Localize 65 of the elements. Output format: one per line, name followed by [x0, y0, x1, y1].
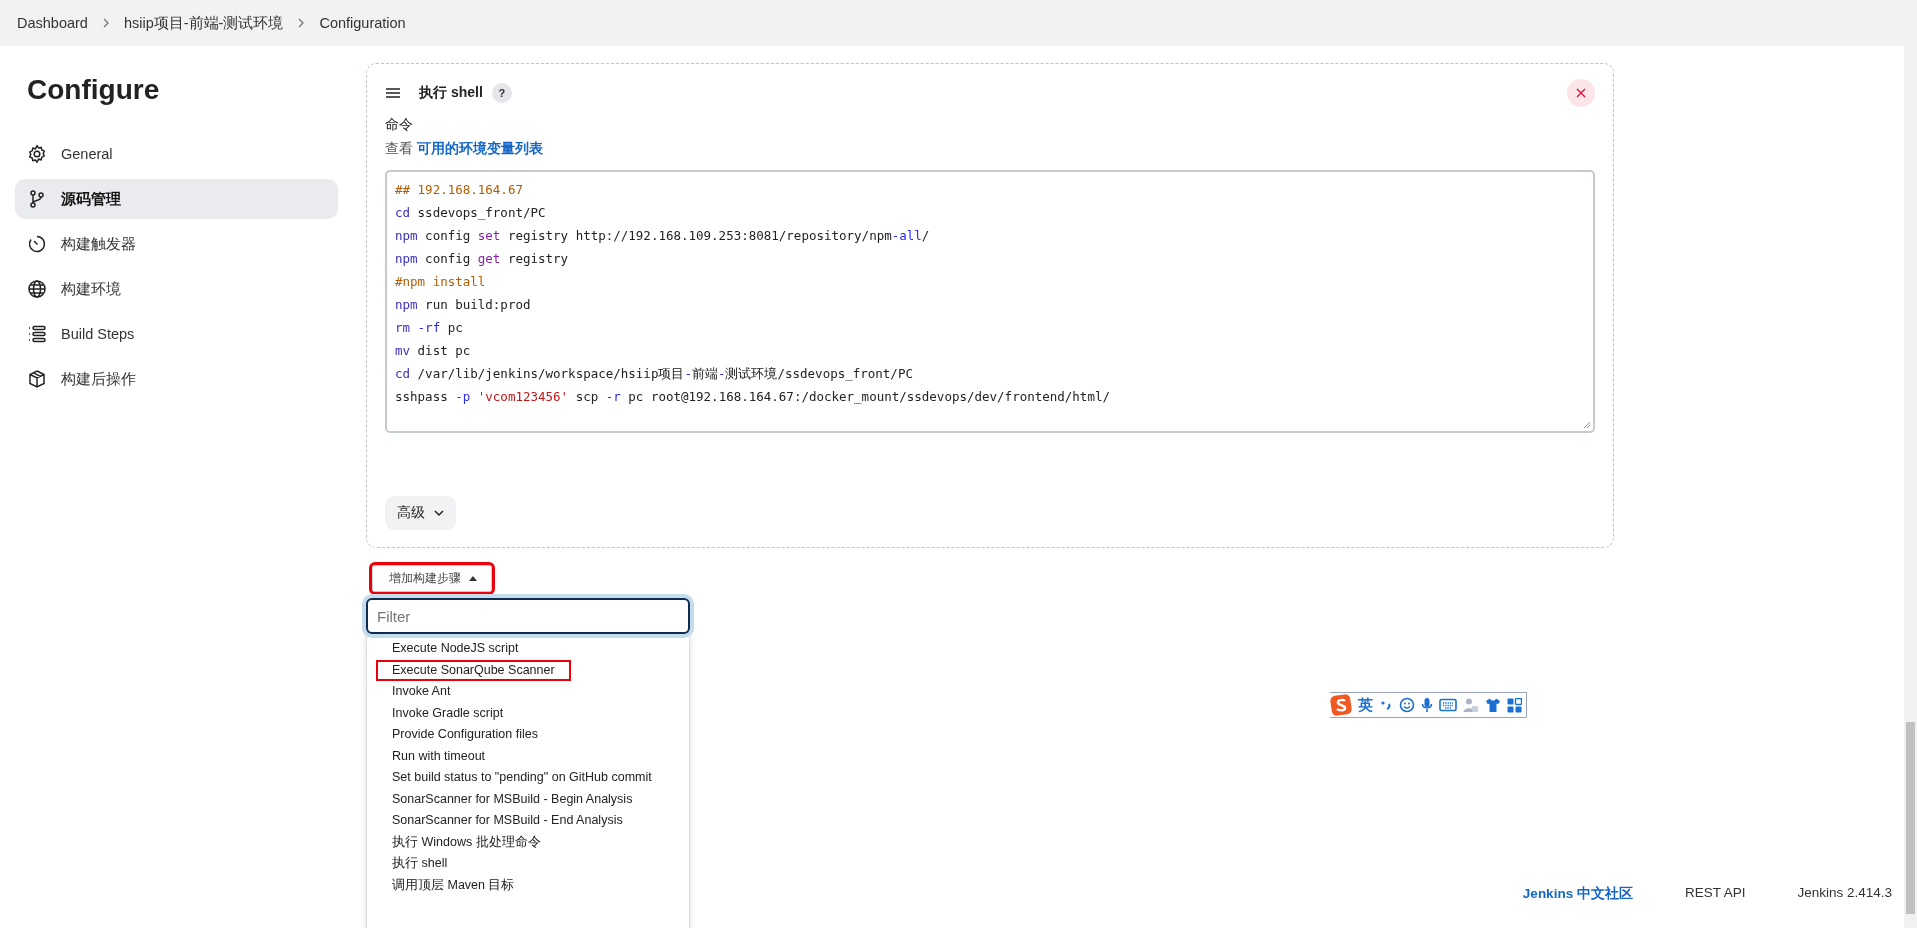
- filter-field[interactable]: Filter: [366, 598, 690, 634]
- page-title: Configure: [27, 73, 161, 107]
- package-icon: [27, 369, 47, 389]
- code-line: rm -rf pc: [395, 319, 463, 337]
- chevron-down-icon: [434, 509, 444, 517]
- help-button[interactable]: ?: [491, 83, 512, 103]
- menu-item[interactable]: Run with timeout: [376, 745, 502, 767]
- code-line: ## 192.168.164.67: [395, 181, 523, 199]
- drag-handle-icon[interactable]: [385, 87, 401, 99]
- breadcrumb-link[interactable]: Configuration: [319, 15, 406, 31]
- community-link[interactable]: Jenkins 中文社区: [1522, 885, 1633, 903]
- menu-item[interactable]: 调用顶层 Maven 目标: [376, 874, 531, 896]
- smiley-icon[interactable]: [1399, 697, 1415, 713]
- menu-item[interactable]: SonarScanner for MSBuild - End Analysis: [376, 810, 639, 832]
- gear-icon: [27, 144, 47, 164]
- menu-item[interactable]: Execute NodeJS script: [376, 638, 535, 660]
- shirt-icon[interactable]: [1485, 697, 1501, 713]
- branch-icon: [27, 189, 47, 209]
- keyboard-icon[interactable]: [1439, 698, 1457, 712]
- breadcrumb-link[interactable]: Dashboard: [17, 15, 88, 31]
- close-icon: [1576, 88, 1586, 98]
- sidebar-item[interactable]: 构建触发器: [15, 224, 338, 264]
- rest-api-link[interactable]: REST API: [1684, 885, 1746, 903]
- step-title: 执行 shell: [419, 84, 483, 102]
- version-link[interactable]: Jenkins 2.414.3: [1797, 885, 1892, 903]
- menu-item[interactable]: SonarScanner for MSBuild - Begin Analysis: [376, 788, 649, 810]
- code-line: npm run build:prod: [395, 296, 531, 314]
- menu-item[interactable]: 执行 Windows 批处理命令: [376, 831, 557, 853]
- breadcrumb-link[interactable]: hsiip项目-前端-测试环境: [123, 13, 284, 33]
- code-line: npm config get registry: [395, 250, 569, 268]
- code-line: sshpass -p 'vcom123456' scp -r pc root@192.168.164.67:/docker_mount/ssdevops/dev/frontend/html/: [395, 388, 1110, 406]
- chevron-icon: [297, 18, 306, 28]
- menu-item[interactable]: Invoke Ant: [376, 681, 467, 703]
- resize-grip-icon[interactable]: [1583, 421, 1591, 429]
- add-build-step-button[interactable]: 增加构建步骤: [372, 565, 492, 592]
- env-variables-link[interactable]: 可用的环境变量列表: [416, 141, 543, 156]
- menu-item[interactable]: Set build status to "pending" on GitHub commit: [376, 767, 668, 789]
- code-line: npm config set registry http://192.168.109.253:8081/repository/npm-all/: [395, 227, 930, 245]
- hint-text: 查看: [385, 141, 413, 156]
- ime-logo-icon[interactable]: [1330, 694, 1352, 716]
- menu-item[interactable]: Provide Configuration files: [376, 724, 554, 746]
- chevron-icon: [101, 18, 110, 28]
- field-label: 命令: [385, 116, 414, 134]
- sidebar-item[interactable]: 源码管理: [15, 179, 338, 219]
- code-line: mv dist pc: [395, 342, 471, 360]
- code-line: cd ssdevops_front/PC: [395, 204, 546, 222]
- code-line: cd /var/lib/jenkins/workspace/hsiip项目-前端-测试环境/ssdevops_front/PC: [395, 365, 913, 383]
- caret-icon: [469, 576, 477, 581]
- input-mode-toggle[interactable]: 英: [1358, 695, 1373, 715]
- sidebar-item[interactable]: 构建后操作: [15, 359, 338, 399]
- advanced-button[interactable]: 高级: [385, 496, 456, 530]
- grid-icon[interactable]: [1507, 697, 1522, 713]
- menu-item[interactable]: 执行 shell: [376, 853, 464, 875]
- code-line: #npm install: [395, 273, 486, 291]
- sidebar-item[interactable]: General: [15, 134, 338, 174]
- sidebar-item[interactable]: 构建环境: [15, 269, 338, 309]
- microphone-icon[interactable]: [1421, 697, 1433, 713]
- sidebar-item[interactable]: Build Steps: [15, 314, 338, 354]
- close-button[interactable]: [1567, 79, 1595, 107]
- scrollbar[interactable]: [1904, 46, 1917, 928]
- timer-icon: [27, 234, 47, 254]
- list-icon: [27, 324, 47, 344]
- menu-item[interactable]: Invoke Gradle script: [376, 702, 520, 724]
- globe-icon: [27, 279, 47, 299]
- menu-item[interactable]: Execute SonarQube Scanner: [376, 659, 571, 681]
